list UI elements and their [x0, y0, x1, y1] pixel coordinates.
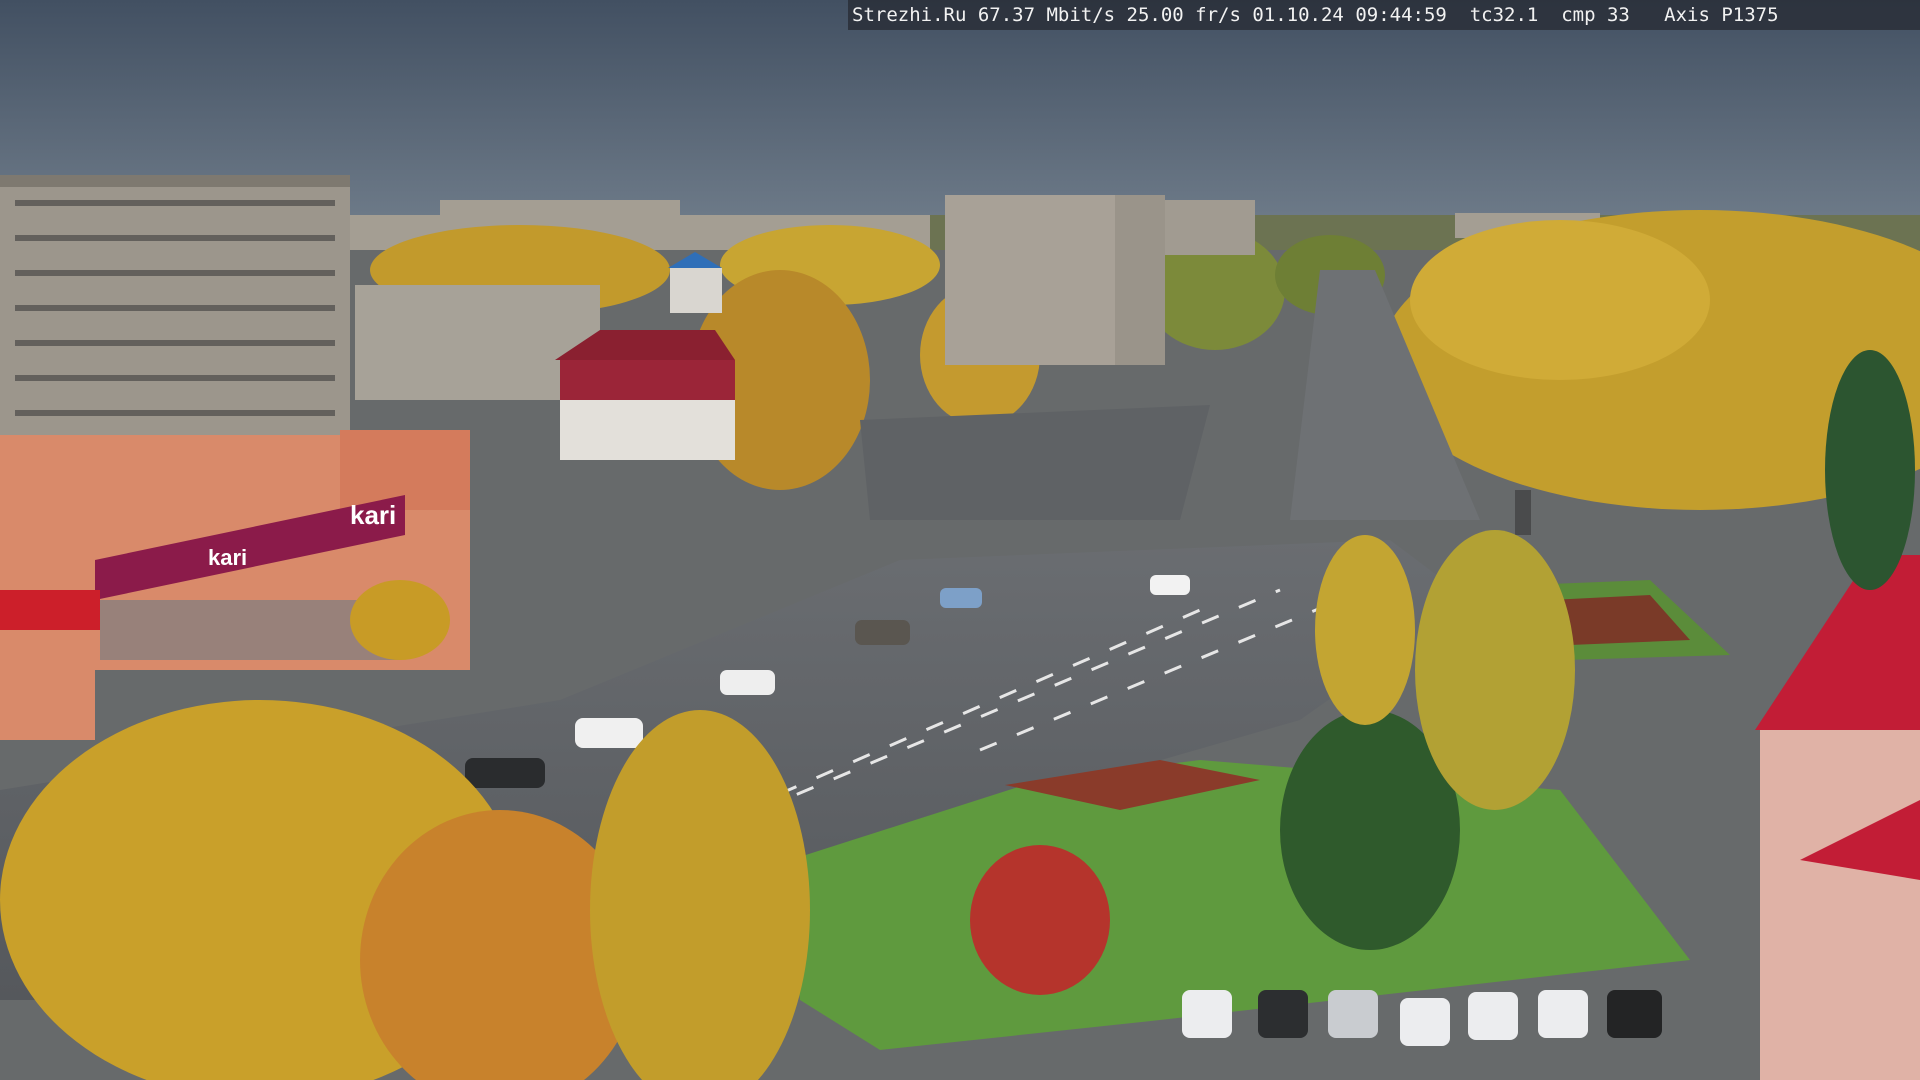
store-facade-sign: kari [208, 545, 247, 570]
plaza [860, 405, 1210, 520]
webcam-frame: kari kari [0, 0, 1920, 1080]
tower [670, 268, 722, 313]
red-house [555, 330, 735, 460]
store-sign: kari [350, 500, 396, 530]
camera-info-overlay: Strezhi.Ru 67.37 Mbit/s 25.00 fr/s 01.10… [848, 0, 1920, 30]
monument [1515, 490, 1531, 535]
